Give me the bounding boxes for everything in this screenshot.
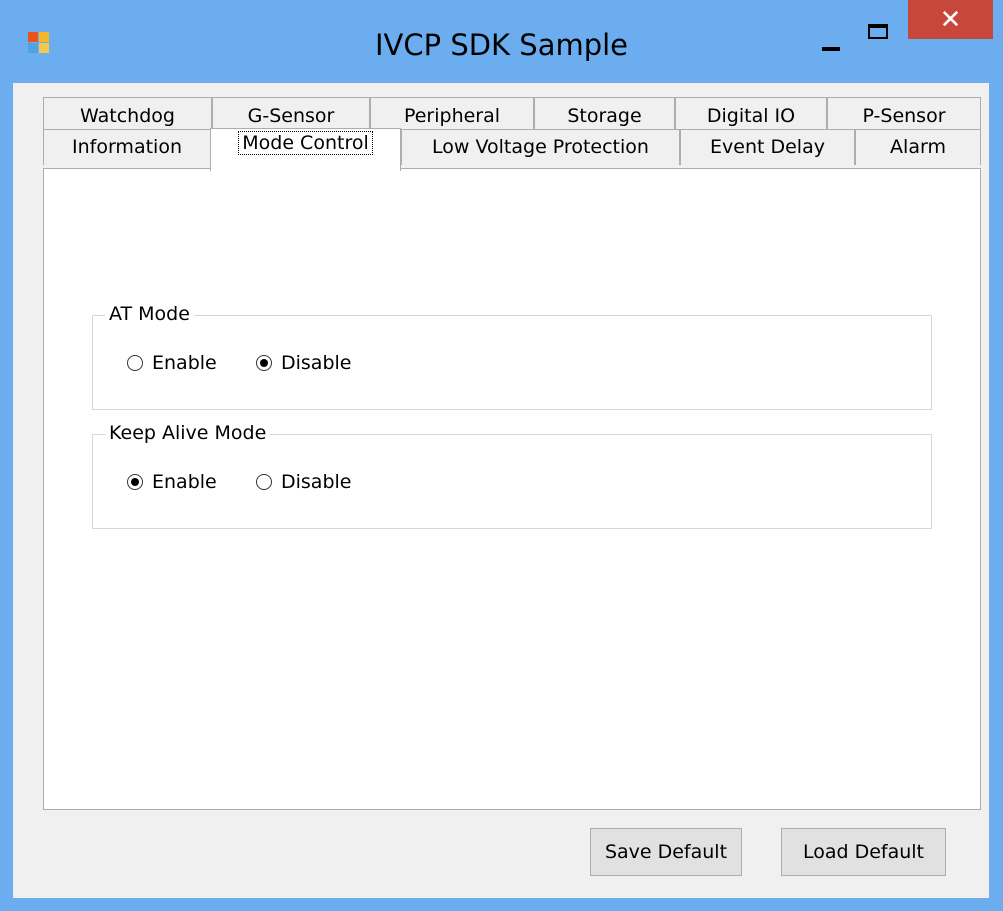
tab-label: Digital IO — [706, 105, 796, 127]
tab-label: Information — [72, 136, 182, 158]
window-title: IVCP SDK Sample — [374, 28, 629, 62]
tab-watchdog[interactable]: Watchdog — [43, 97, 212, 131]
tab-label: Alarm — [890, 136, 946, 158]
maximize-icon — [868, 24, 888, 39]
tab-information[interactable]: Information — [43, 129, 211, 165]
radio-checked-icon — [127, 474, 143, 490]
radio-checked-icon — [256, 355, 272, 371]
radio-label: Disable — [281, 471, 352, 493]
tab-storage[interactable]: Storage — [534, 97, 675, 131]
radio-circle-icon — [256, 474, 272, 490]
tab-label: Mode Control — [238, 131, 373, 155]
tab-label: Event Delay — [710, 136, 825, 158]
mode-control-panel: AT Mode Enable Disable Keep Alive Mode E… — [43, 168, 981, 810]
client-area: Watchdog G-Sensor Peripheral Storage Dig… — [13, 83, 989, 898]
tab-label: G-Sensor — [247, 105, 335, 127]
at-mode-disable-radio[interactable]: Disable — [256, 351, 351, 375]
app-window: IVCP SDK Sample ✕ Watchdog G-Sensor Peri… — [0, 0, 1003, 911]
tab-label: Low Voltage Protection — [432, 136, 649, 158]
load-default-button[interactable]: Load Default — [781, 828, 946, 876]
maximize-button[interactable] — [860, 16, 900, 56]
keep-alive-disable-radio[interactable]: Disable — [256, 470, 351, 494]
radio-circle-icon — [127, 355, 143, 371]
tab-label: Watchdog — [80, 105, 175, 127]
keep-alive-mode-group: Keep Alive Mode Enable Disable — [92, 422, 932, 529]
tab-g-sensor[interactable]: G-Sensor — [212, 97, 370, 131]
tab-label: Peripheral — [403, 105, 501, 127]
radio-label: Disable — [281, 352, 352, 374]
tab-label: Storage — [567, 105, 642, 127]
minimize-button[interactable] — [812, 22, 852, 62]
tab-p-sensor[interactable]: P-Sensor — [827, 97, 981, 131]
close-icon: ✕ — [939, 4, 962, 34]
tab-alarm[interactable]: Alarm — [855, 129, 981, 165]
tab-peripheral[interactable]: Peripheral — [370, 97, 534, 131]
keep-alive-enable-radio[interactable]: Enable — [127, 470, 217, 494]
at-mode-group: AT Mode Enable Disable — [92, 303, 932, 410]
at-mode-enable-radio[interactable]: Enable — [127, 351, 217, 375]
radio-label: Enable — [152, 471, 217, 493]
tab-mode-control[interactable]: Mode Control — [210, 128, 401, 171]
tab-digital-io[interactable]: Digital IO — [675, 97, 827, 131]
close-button[interactable]: ✕ — [908, 0, 993, 39]
tab-event-delay[interactable]: Event Delay — [680, 129, 855, 165]
save-default-button[interactable]: Save Default — [590, 828, 742, 876]
title-bar[interactable]: IVCP SDK Sample ✕ — [0, 0, 1003, 90]
minimize-icon — [822, 47, 840, 51]
radio-label: Enable — [152, 352, 217, 374]
tab-low-voltage-protection[interactable]: Low Voltage Protection — [401, 129, 680, 165]
tab-label: P-Sensor — [862, 105, 946, 127]
group-title-at-mode: AT Mode — [105, 303, 194, 325]
group-title-keep-alive-mode: Keep Alive Mode — [105, 422, 271, 444]
